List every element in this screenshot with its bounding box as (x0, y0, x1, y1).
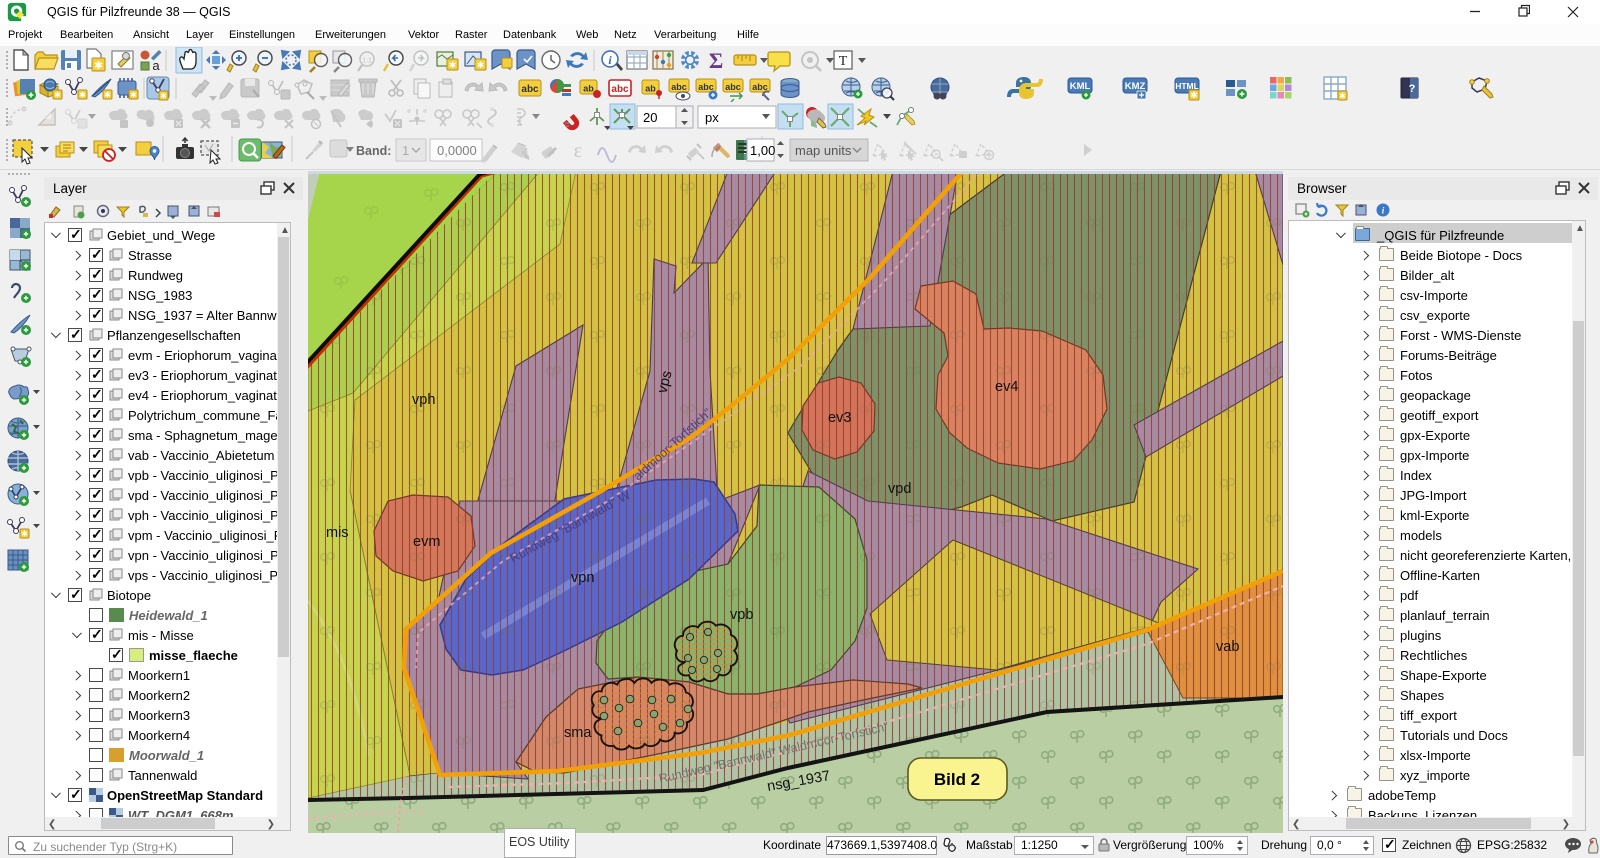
svg-text:ev4: ev4 (995, 379, 1018, 395)
svg-text:Bild 2: Bild 2 (934, 770, 980, 789)
svg-text:sma: sma (564, 725, 592, 741)
svg-text:✱: ✱ (160, 92, 167, 101)
svg-text:ab: ab (645, 84, 656, 94)
svg-text:0,0000: 0,0000 (437, 143, 477, 158)
svg-text:vab: vab (1216, 639, 1239, 655)
svg-text:✱: ✱ (54, 91, 61, 100)
svg-text:abc: abc (611, 84, 629, 95)
svg-text:mis: mis (326, 525, 349, 541)
svg-text:✱: ✱ (1190, 90, 1198, 100)
svg-text:ab: ab (583, 84, 594, 94)
svg-text:map units: map units (795, 143, 852, 158)
svg-text:1,00: 1,00 (750, 143, 775, 158)
svg-text:1: 1 (402, 143, 409, 158)
svg-text:✱: ✱ (130, 91, 137, 100)
svg-text:✱: ✱ (79, 91, 86, 100)
svg-text:✱: ✱ (104, 91, 111, 100)
svg-text:vpd: vpd (888, 481, 911, 497)
svg-text:abc: abc (521, 84, 539, 95)
svg-text:✱: ✱ (477, 60, 485, 70)
svg-text:✱: ✱ (94, 60, 103, 72)
svg-text:ε: ε (574, 140, 582, 162)
svg-text:KML: KML (1070, 81, 1091, 92)
svg-text:evm: evm (413, 534, 440, 550)
svg-text:✱: ✱ (1339, 92, 1346, 101)
svg-text:KMZ: KMZ (1125, 81, 1146, 92)
svg-text:✱: ✱ (449, 60, 457, 70)
svg-text:abc: abc (752, 82, 768, 92)
svg-text:vpb: vpb (730, 607, 753, 623)
svg-text:20: 20 (643, 110, 657, 125)
svg-text:vpn: vpn (571, 570, 594, 586)
svg-text:abc: abc (671, 82, 687, 92)
svg-text:abc: abc (698, 82, 714, 92)
svg-text:1:1: 1:1 (362, 58, 372, 65)
svg-text:ev3: ev3 (828, 410, 851, 426)
svg-text:Σ: Σ (709, 48, 723, 73)
svg-text:abc: abc (725, 82, 741, 92)
svg-text:px: px (705, 110, 719, 125)
svg-text:vph: vph (412, 392, 435, 408)
svg-text:?: ? (1409, 83, 1416, 95)
svg-text:Band:: Band: (356, 144, 391, 158)
svg-text:✱: ✱ (21, 530, 28, 539)
svg-text:T: T (839, 54, 848, 69)
